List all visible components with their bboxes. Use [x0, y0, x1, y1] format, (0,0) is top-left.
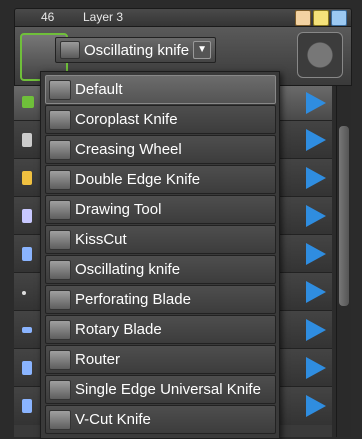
tool-icon — [60, 41, 80, 59]
menu-item-label: Drawing Tool — [75, 201, 162, 218]
document-icon[interactable] — [331, 10, 347, 26]
menu-item[interactable]: Router — [45, 345, 276, 374]
visibility-icon[interactable] — [295, 10, 311, 26]
menu-item-label: Default — [75, 81, 123, 98]
item-icon — [22, 327, 32, 333]
leaf-icon — [22, 96, 34, 108]
tool-icon — [49, 349, 71, 370]
play-arrow-icon[interactable] — [306, 395, 326, 417]
item-icon — [22, 291, 26, 295]
menu-item-label: Double Edge Knife — [75, 171, 201, 188]
layer-header: 46 Layer 3 — [14, 8, 352, 27]
layer-number: 46 — [41, 10, 55, 24]
tool-icon — [49, 169, 71, 190]
menu-item-label: Coroplast Knife — [75, 111, 178, 128]
chevron-down-icon[interactable]: ▼ — [193, 41, 212, 59]
tool-icon — [49, 379, 71, 400]
tool-icon — [49, 259, 71, 280]
lock-icon[interactable] — [313, 10, 329, 26]
menu-item[interactable]: Drawing Tool — [45, 195, 276, 224]
scrollbar-thumb[interactable] — [339, 126, 349, 306]
item-icon — [22, 361, 32, 375]
tool-icon — [49, 109, 71, 130]
tool-select-value: Oscillating knife — [84, 41, 190, 59]
menu-item[interactable]: Single Edge Universal Knife — [45, 375, 276, 404]
play-arrow-icon[interactable] — [306, 357, 326, 379]
tool-dropdown-menu: Default Coroplast Knife Creasing Wheel D… — [40, 71, 280, 439]
play-arrow-icon[interactable] — [306, 281, 326, 303]
menu-item-label: Perforating Blade — [75, 291, 191, 308]
play-arrow-icon[interactable] — [306, 129, 326, 151]
play-arrow-icon[interactable] — [306, 205, 326, 227]
item-icon — [22, 247, 32, 261]
tool-select[interactable]: Oscillating knife ▼ — [55, 37, 217, 63]
menu-item[interactable]: Oscillating knife — [45, 255, 276, 284]
menu-item-label: Router — [75, 351, 121, 368]
layer-toolbar — [295, 10, 347, 26]
menu-item[interactable]: V-Cut Knife — [45, 405, 276, 434]
tool-icon — [49, 409, 71, 430]
play-arrow-icon[interactable] — [306, 92, 326, 114]
menu-item-label: Single Edge Universal Knife — [75, 381, 261, 398]
tool-icon — [49, 79, 71, 100]
play-arrow-icon[interactable] — [306, 243, 326, 265]
tool-icon — [49, 289, 71, 310]
menu-item[interactable]: Perforating Blade — [45, 285, 276, 314]
play-arrow-icon[interactable] — [306, 167, 326, 189]
menu-item-label: KissCut — [75, 231, 127, 248]
play-arrow-icon[interactable] — [306, 319, 326, 341]
menu-item[interactable]: Coroplast Knife — [45, 105, 276, 134]
tool-icon — [49, 229, 71, 250]
tool-icon — [49, 319, 71, 340]
menu-item[interactable]: Default — [45, 75, 276, 104]
menu-item-label: Creasing Wheel — [75, 141, 182, 158]
layer-name: Layer 3 — [83, 10, 124, 24]
item-icon — [22, 133, 32, 147]
menu-item[interactable]: KissCut — [45, 225, 276, 254]
menu-item[interactable]: Rotary Blade — [45, 315, 276, 344]
menu-item[interactable]: Creasing Wheel — [45, 135, 276, 164]
menu-item-label: V-Cut Knife — [75, 411, 151, 428]
item-icon — [22, 171, 32, 185]
menu-item-label: Oscillating knife — [75, 261, 181, 278]
item-icon — [22, 209, 32, 223]
settings-gear-icon[interactable] — [297, 32, 343, 78]
menu-item[interactable]: Double Edge Knife — [45, 165, 276, 194]
tool-icon — [49, 199, 71, 220]
menu-item-label: Rotary Blade — [75, 321, 162, 338]
list-scrollbar[interactable] — [336, 86, 351, 437]
tool-icon — [49, 139, 71, 160]
item-icon — [22, 399, 32, 413]
